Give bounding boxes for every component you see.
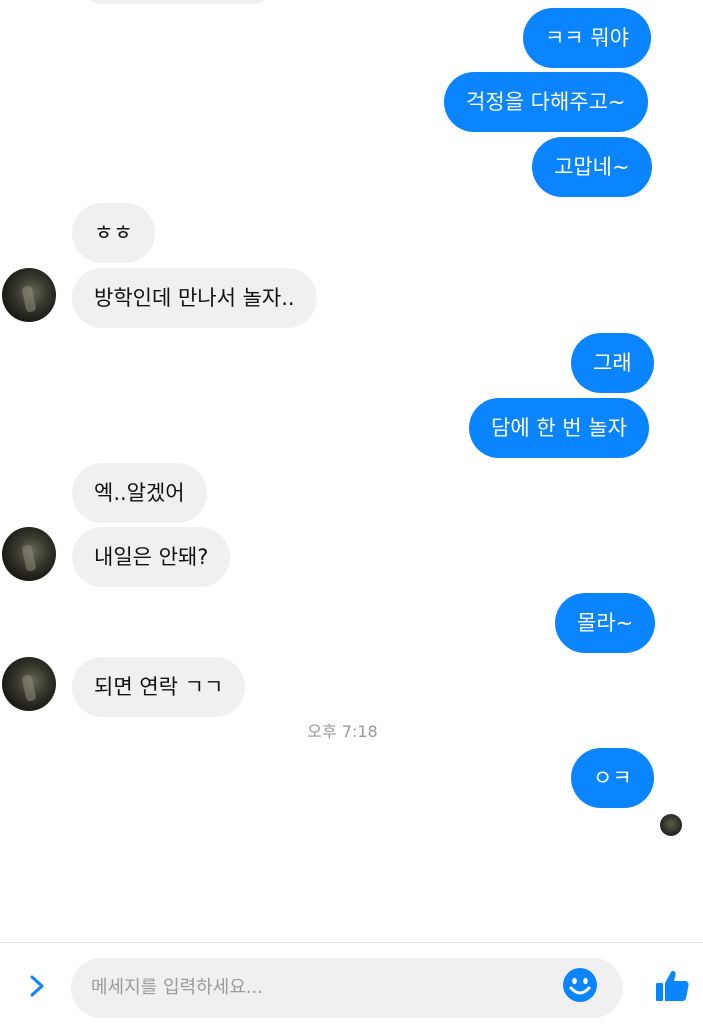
contact-avatar[interactable] — [2, 268, 56, 322]
incoming-message[interactable]: 내일은 안돼? — [72, 527, 231, 587]
contact-avatar[interactable] — [2, 527, 56, 581]
chat-thread: ㅋㅋ 뭐야 걱정을 다해주고~ 고맙네~ ㅎㅎ 방학인데 만나서 놀자.. 그래… — [0, 0, 703, 940]
previous-message-bubble — [84, 0, 272, 4]
smiley-icon[interactable] — [562, 967, 598, 1003]
incoming-message[interactable]: 엑..알겠어 — [72, 463, 207, 523]
seen-indicator-avatar — [660, 814, 682, 836]
outgoing-message[interactable]: 고맙네~ — [532, 137, 652, 197]
message-input[interactable]: 메세지를 입력하세요... — [71, 958, 623, 1018]
outgoing-message[interactable]: ㅇㅋ — [571, 748, 654, 808]
outgoing-message[interactable]: ㅋㅋ 뭐야 — [523, 8, 651, 68]
incoming-message[interactable]: ㅎㅎ — [72, 203, 155, 263]
contact-avatar[interactable] — [2, 657, 56, 711]
message-timestamp: 오후 7:18 — [307, 722, 378, 741]
thumbs-up-icon[interactable] — [654, 969, 690, 1003]
outgoing-message[interactable]: 몰라~ — [555, 593, 656, 653]
chevron-right-icon[interactable] — [22, 971, 52, 1001]
outgoing-message[interactable]: 걱정을 다해주고~ — [444, 72, 648, 132]
incoming-message[interactable]: 방학인데 만나서 놀자.. — [72, 268, 317, 328]
outgoing-message[interactable]: 그래 — [571, 333, 654, 393]
outgoing-message[interactable]: 담에 한 번 놀자 — [469, 398, 649, 458]
incoming-message[interactable]: 되면 연락 ㄱㄱ — [72, 657, 246, 717]
